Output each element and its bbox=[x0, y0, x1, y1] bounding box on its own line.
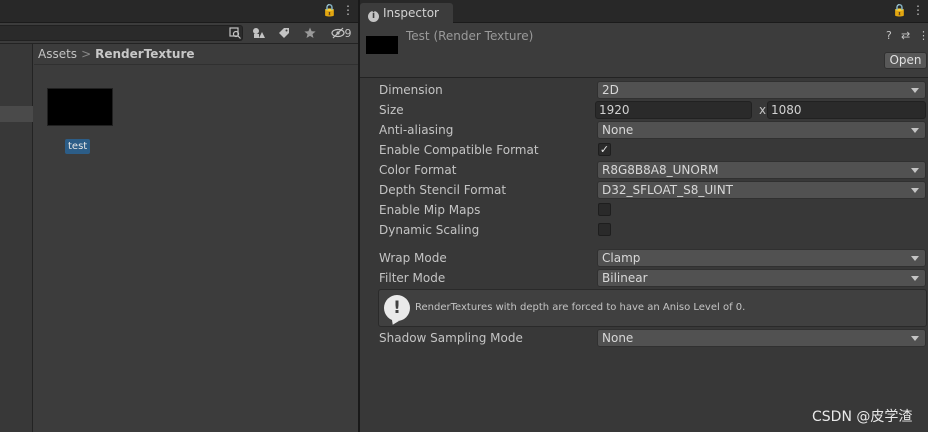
project-toolbar: 9 bbox=[0, 23, 358, 44]
chevron-down-icon bbox=[911, 256, 919, 261]
breadcrumb-assets[interactable]: Assets bbox=[38, 47, 77, 61]
open-button[interactable]: Open bbox=[884, 52, 927, 69]
project-window: 🔒 ⋮ 9 Assets > RenderTexture test bbox=[0, 0, 358, 432]
filter-mode-label: Filter Mode bbox=[379, 271, 446, 285]
anti-aliasing-value: None bbox=[602, 123, 634, 137]
help-icon[interactable]: ? bbox=[886, 29, 892, 42]
size-label: Size bbox=[379, 103, 404, 117]
depth-stencil-format-label: Depth Stencil Format bbox=[379, 183, 507, 197]
dimension-dropdown[interactable]: 2D bbox=[597, 81, 926, 99]
filter-by-label-icon[interactable] bbox=[274, 25, 294, 41]
filter-mode-value: Bilinear bbox=[602, 271, 648, 285]
asset-name-label[interactable]: test bbox=[65, 139, 91, 154]
size-width-field[interactable]: 1920 bbox=[595, 101, 752, 119]
wrap-mode-value: Clamp bbox=[602, 251, 641, 265]
hidden-packages-toggle[interactable]: 9 bbox=[328, 25, 354, 41]
folder-tree bbox=[0, 44, 33, 432]
context-menu-icon[interactable]: ⋮ bbox=[918, 29, 928, 42]
breadcrumb: Assets > RenderTexture bbox=[34, 44, 358, 65]
selected-folder-row[interactable] bbox=[0, 106, 33, 122]
depth-stencil-format-dropdown[interactable]: D32_SFLOAT_S8_UINT bbox=[597, 181, 926, 199]
inspector-header: Test (Render Texture) ? ⇄ ⋮ Open bbox=[360, 23, 928, 78]
tab-inspector[interactable]: i Inspector bbox=[360, 3, 453, 23]
asset-thumbnail[interactable] bbox=[47, 88, 113, 126]
breadcrumb-current[interactable]: RenderTexture bbox=[95, 47, 194, 61]
shadow-sampling-mode-dropdown[interactable]: None bbox=[597, 329, 926, 347]
row-anti-aliasing: Anti-aliasing None bbox=[360, 120, 928, 140]
watermark: CSDN @皮学渣 bbox=[812, 409, 913, 425]
row-shadow-sampling-mode: Shadow Sampling Mode None bbox=[360, 328, 928, 348]
row-enable-mip-maps: Enable Mip Maps bbox=[360, 200, 928, 220]
project-tab-bar: 🔒 ⋮ bbox=[0, 0, 358, 23]
row-size: Size 1920 x 1080 bbox=[360, 100, 928, 120]
shadow-sampling-mode-label: Shadow Sampling Mode bbox=[379, 331, 523, 345]
chevron-down-icon bbox=[911, 88, 919, 93]
dimension-value: 2D bbox=[602, 83, 619, 97]
chevron-down-icon bbox=[911, 188, 919, 193]
enable-mip-maps-label: Enable Mip Maps bbox=[379, 203, 481, 217]
anti-aliasing-dropdown[interactable]: None bbox=[597, 121, 926, 139]
row-wrap-mode: Wrap Mode Clamp bbox=[360, 248, 928, 268]
row-depth-stencil-format: Depth Stencil Format D32_SFLOAT_S8_UINT bbox=[360, 180, 928, 200]
enable-compatible-format-label: Enable Compatible Format bbox=[379, 143, 539, 157]
color-format-value: R8G8B8A8_UNORM bbox=[602, 163, 719, 177]
filter-mode-dropdown[interactable]: Bilinear bbox=[597, 269, 926, 287]
chevron-down-icon bbox=[911, 168, 919, 173]
breadcrumb-separator: > bbox=[81, 47, 92, 61]
warning-help-box: ! RenderTextures with depth are forced t… bbox=[378, 289, 927, 327]
chevron-down-icon bbox=[911, 336, 919, 341]
wrap-mode-label: Wrap Mode bbox=[379, 251, 447, 265]
enable-mip-maps-checkbox[interactable] bbox=[598, 203, 611, 216]
favorites-icon[interactable] bbox=[300, 25, 320, 41]
inspector-tab-bar: i Inspector 🔒 ⋮ bbox=[360, 0, 928, 23]
shadow-sampling-mode-value: None bbox=[602, 331, 634, 345]
enable-compatible-format-checkbox[interactable]: ✓ bbox=[598, 143, 611, 156]
anti-aliasing-label: Anti-aliasing bbox=[379, 123, 454, 137]
color-format-label: Color Format bbox=[379, 163, 457, 177]
size-separator: x bbox=[759, 103, 767, 117]
row-dynamic-scaling: Dynamic Scaling bbox=[360, 220, 928, 240]
dimension-label: Dimension bbox=[379, 83, 443, 97]
chevron-down-icon bbox=[911, 128, 919, 133]
hidden-count: 9 bbox=[344, 26, 352, 40]
row-color-format: Color Format R8G8B8A8_UNORM bbox=[360, 160, 928, 180]
lock-icon[interactable]: 🔒 bbox=[322, 3, 337, 17]
inspector-window: i Inspector 🔒 ⋮ Test (Render Texture) ? ⇄… bbox=[360, 0, 928, 432]
dynamic-scaling-label: Dynamic Scaling bbox=[379, 223, 480, 237]
depth-stencil-format-value: D32_SFLOAT_S8_UINT bbox=[602, 183, 734, 197]
row-dimension: Dimension 2D bbox=[360, 80, 928, 100]
filter-by-type-icon[interactable] bbox=[249, 25, 269, 41]
search-by-type-icon[interactable] bbox=[225, 25, 245, 41]
info-icon: i bbox=[368, 11, 379, 22]
search-input[interactable] bbox=[0, 25, 243, 41]
color-format-dropdown[interactable]: R8G8B8A8_UNORM bbox=[597, 161, 926, 179]
wrap-mode-dropdown[interactable]: Clamp bbox=[597, 249, 926, 267]
menu-icon[interactable]: ⋮ bbox=[912, 3, 924, 17]
row-filter-mode: Filter Mode Bilinear bbox=[360, 268, 928, 288]
tab-inspector-label: Inspector bbox=[383, 6, 439, 20]
size-height-field[interactable]: 1080 bbox=[767, 101, 926, 119]
asset-title: Test (Render Texture) bbox=[406, 29, 534, 43]
preset-icon[interactable]: ⇄ bbox=[901, 29, 910, 42]
warning-icon: ! bbox=[384, 295, 410, 321]
menu-icon[interactable]: ⋮ bbox=[342, 3, 354, 17]
dynamic-scaling-checkbox[interactable] bbox=[598, 223, 611, 236]
eye-slash-icon bbox=[330, 27, 345, 39]
warning-message: RenderTextures with depth are forced to … bbox=[415, 302, 746, 313]
chevron-down-icon bbox=[911, 276, 919, 281]
row-enable-compatible-format: Enable Compatible Format ✓ bbox=[360, 140, 928, 160]
lock-icon[interactable]: 🔒 bbox=[892, 3, 907, 17]
texture-preview bbox=[366, 36, 398, 54]
